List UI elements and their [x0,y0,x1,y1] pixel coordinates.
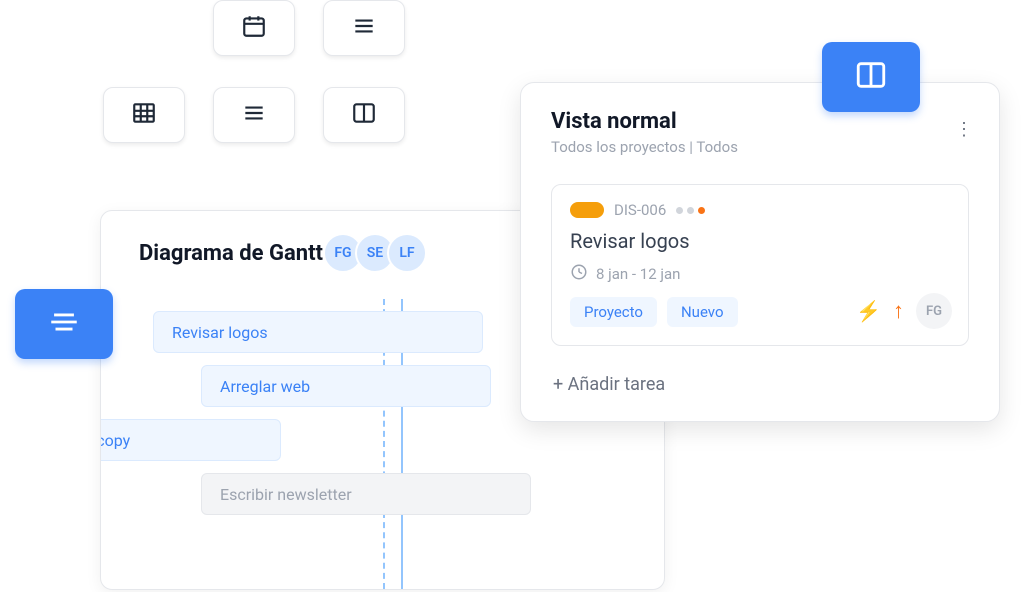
list-icon [241,100,267,130]
gantt-avatars: FG SE LF [331,233,427,273]
add-task-button[interactable]: + Añadir tarea [551,370,969,399]
active-list-view-button[interactable] [15,289,113,359]
columns-view-button[interactable] [323,87,405,143]
date-range-text: 8 jan - 12 jan [596,265,680,283]
calendar-icon [241,13,267,43]
gantt-bar-label: Arreglar web [220,377,310,396]
gantt-bar[interactable]: Escribir newsletter [201,473,531,515]
active-columns-view-button[interactable] [822,42,920,112]
list-view-button-2[interactable] [213,87,295,143]
arrow-up-icon[interactable]: ↑ [893,298,904,324]
gantt-bar-label: Revisar logos [172,323,268,342]
list-view-button-1[interactable] [323,0,405,56]
gantt-bar[interactable]: Arreglar web [201,365,491,407]
list-icon [351,13,377,43]
task-meta-row: DIS-006 [570,201,950,219]
task-card[interactable]: DIS-006 Revisar logos 8 jan - 12 jan Pro… [551,184,969,346]
task-id: DIS-006 [614,201,666,219]
avatar[interactable]: LF [387,233,427,273]
task-date-range: 8 jan - 12 jan [570,263,950,285]
clock-icon [570,263,588,285]
assignee-avatar[interactable]: FG [916,293,952,329]
gantt-bar[interactable]: Revisar logos [153,311,483,353]
task-actions: ⚡ ↑ FG [856,293,952,329]
gantt-bar-label: Revisar copy [100,431,130,450]
panel-title: Vista normal [551,109,969,134]
calendar-view-button[interactable] [213,0,295,56]
gantt-bar[interactable]: Revisar copy [100,419,281,461]
tag[interactable]: Proyecto [570,297,657,327]
status-pill [570,202,604,218]
gantt-title: Diagrama de Gantt [139,241,323,266]
table-icon [131,100,157,130]
list-icon [47,305,81,343]
normal-view-panel: Vista normal Todos los proyectos | Todos… [520,82,1000,422]
task-name: Revisar logos [570,229,950,253]
panel-subtitle: Todos los proyectos | Todos [551,138,969,156]
priority-dots [676,207,705,214]
bolt-icon[interactable]: ⚡ [856,299,881,323]
table-view-button[interactable] [103,87,185,143]
gantt-bar-label: Escribir newsletter [220,485,352,504]
columns-icon [351,100,377,130]
tag[interactable]: Nuevo [667,297,738,327]
more-menu-icon[interactable]: ⋮ [955,119,975,140]
columns-icon [854,58,888,96]
